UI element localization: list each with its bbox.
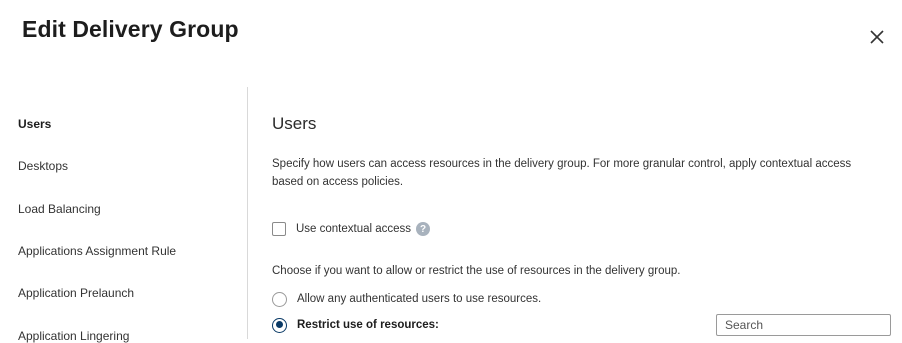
section-description: Specify how users can access resources i… [272, 158, 852, 188]
radio-allow-all-row: Allow any authenticated users to use res… [272, 290, 541, 308]
close-icon [870, 30, 884, 44]
sidebar-item-application-prelaunch[interactable]: Application Prelaunch [18, 286, 134, 300]
dialog-title: Edit Delivery Group [22, 16, 239, 42]
search-input[interactable] [716, 314, 891, 336]
radio-restrict-row: Restrict use of resources: [272, 316, 439, 334]
restrict-resources-label[interactable]: Restrict use of resources: [297, 319, 439, 331]
sidebar-item-applications-assignment-rule[interactable]: Applications Assignment Rule [18, 244, 176, 258]
help-icon[interactable]: ? [416, 222, 431, 236]
section-title: Users [272, 114, 317, 133]
sidebar-divider [247, 87, 248, 339]
close-button[interactable] [866, 26, 888, 48]
restrict-resources-radio[interactable] [272, 317, 287, 333]
sidebar-item-application-lingering[interactable]: Application Lingering [18, 329, 129, 343]
allow-all-users-radio[interactable] [272, 291, 287, 307]
contextual-access-checkbox[interactable] [272, 222, 286, 236]
sidebar-item-desktops[interactable]: Desktops [18, 159, 68, 173]
contextual-access-row: Use contextual access ? [272, 220, 431, 238]
sidebar-item-load-balancing[interactable]: Load Balancing [18, 202, 101, 216]
restriction-instructions: Choose if you want to allow or restrict … [272, 265, 681, 277]
contextual-access-label[interactable]: Use contextual access [296, 223, 411, 235]
sidebar-item-users[interactable]: Users [18, 117, 51, 131]
allow-all-users-label[interactable]: Allow any authenticated users to use res… [297, 293, 541, 305]
